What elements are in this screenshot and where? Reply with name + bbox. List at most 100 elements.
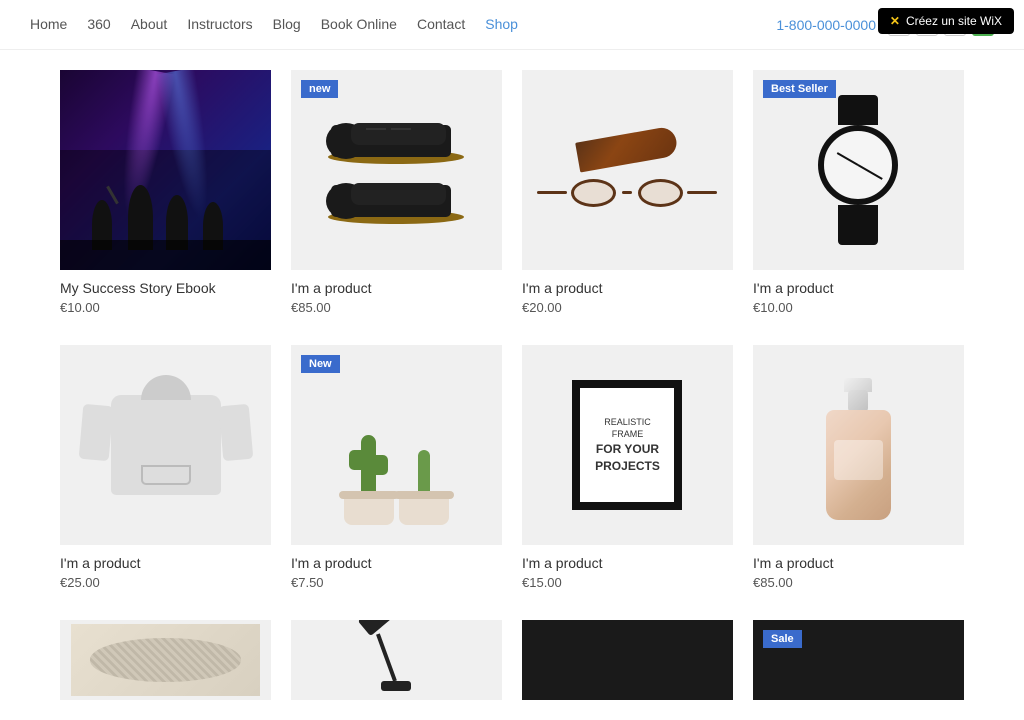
cactus-body-2 bbox=[418, 450, 430, 495]
product-price-6: €7.50 bbox=[291, 575, 502, 590]
product-image-3 bbox=[522, 70, 733, 270]
product-name-4: I'm a product bbox=[753, 280, 964, 296]
stage-light-2 bbox=[155, 70, 220, 222]
product-name-1: My Success Story Ebook bbox=[60, 280, 271, 296]
product-image-2: new bbox=[291, 70, 502, 270]
watch-hands bbox=[824, 131, 892, 199]
hoodie-body bbox=[111, 395, 221, 495]
glasses-assembly bbox=[537, 179, 717, 207]
product-card-6[interactable]: New I'm a product €7.50 bbox=[291, 345, 502, 600]
ebook-illustration bbox=[60, 70, 271, 270]
product-image-4: Best Seller bbox=[753, 70, 964, 270]
product-info-6: I'm a product €7.50 bbox=[291, 545, 502, 600]
perfume-label bbox=[834, 440, 883, 480]
nav-item-home[interactable]: Home bbox=[30, 16, 67, 34]
nav-item-contact[interactable]: Contact bbox=[417, 16, 465, 34]
glasses-frame bbox=[571, 179, 683, 207]
pot-2 bbox=[399, 495, 449, 525]
product-price-8: €85.00 bbox=[753, 575, 964, 590]
cactus-illustration bbox=[302, 355, 492, 535]
product-image-b1 bbox=[60, 620, 271, 700]
wix-banner[interactable]: ✕ Créez un site WiX bbox=[878, 8, 1014, 34]
product-image-5 bbox=[60, 345, 271, 545]
cactus-body-1 bbox=[361, 435, 376, 495]
leather-roll bbox=[576, 125, 680, 172]
product-card-b4[interactable]: Sale bbox=[753, 620, 964, 700]
nav-item-blog[interactable]: Blog bbox=[273, 16, 301, 34]
product-name-8: I'm a product bbox=[753, 555, 964, 571]
pot-top-1 bbox=[339, 491, 399, 499]
product-card-b2[interactable] bbox=[291, 620, 502, 700]
product-card-4[interactable]: Best Seller I'm a product €10.00 bbox=[753, 70, 964, 325]
temple-right bbox=[687, 191, 717, 194]
product-name-2: I'm a product bbox=[291, 280, 502, 296]
cactus-wrap-1 bbox=[344, 435, 394, 525]
nav-link-shop[interactable]: Shop bbox=[485, 16, 518, 32]
temple-left bbox=[537, 191, 567, 194]
product-image-b4: Sale bbox=[753, 620, 964, 700]
nav-link-contact[interactable]: Contact bbox=[417, 16, 465, 32]
product-card-b1[interactable] bbox=[60, 620, 271, 700]
product-price-5: €25.00 bbox=[60, 575, 271, 590]
lens-right bbox=[638, 179, 683, 207]
nav-item-shop[interactable]: Shop bbox=[485, 16, 518, 34]
perfume-neck bbox=[848, 390, 868, 412]
phone-number: 1-800-000-0000 bbox=[776, 17, 876, 33]
product-info-5: I'm a product €25.00 bbox=[60, 545, 271, 600]
product-info-7: I'm a product €15.00 bbox=[522, 545, 733, 600]
shoes-illustration bbox=[302, 80, 492, 260]
hoodie-sleeve-left bbox=[78, 404, 113, 461]
nav-link-blog[interactable]: Blog bbox=[273, 16, 301, 32]
nav-link-instructors[interactable]: Instructors bbox=[187, 16, 252, 32]
nav-links: Home 360 About Instructors Blog Book Onl… bbox=[30, 16, 518, 34]
nav-item-about[interactable]: About bbox=[131, 16, 168, 34]
frame-text-line3: PROJECTS bbox=[588, 458, 666, 475]
frame-text-line1: REALISTIC FRAME bbox=[588, 416, 666, 441]
product-card-3[interactable]: I'm a product €20.00 bbox=[522, 70, 733, 325]
product-card-5[interactable]: I'm a product €25.00 bbox=[60, 345, 271, 600]
cactus-arm-right bbox=[376, 455, 388, 475]
product-card-b3[interactable] bbox=[522, 620, 733, 700]
product-card-1[interactable]: My Success Story Ebook €10.00 bbox=[60, 70, 271, 325]
product-info-3: I'm a product €20.00 bbox=[522, 270, 733, 325]
crowd bbox=[60, 240, 271, 270]
product-price-3: €20.00 bbox=[522, 300, 733, 315]
hoodie-main bbox=[111, 395, 221, 495]
product-badge-b4: Sale bbox=[763, 630, 802, 648]
frame-inner-text: REALISTIC FRAME FOR YOUR PROJECTS bbox=[588, 416, 666, 475]
frame-outer: REALISTIC FRAME FOR YOUR PROJECTS bbox=[572, 380, 682, 510]
nav-link-book-online[interactable]: Book Online bbox=[321, 16, 397, 32]
product-price-7: €15.00 bbox=[522, 575, 733, 590]
product-image-b2 bbox=[291, 620, 502, 700]
product-grid: My Success Story Ebook €10.00 new bbox=[0, 50, 1024, 620]
product-image-b3 bbox=[522, 620, 733, 700]
product-name-3: I'm a product bbox=[522, 280, 733, 296]
product-card-2[interactable]: new I' bbox=[291, 70, 502, 325]
product-info-2: I'm a product €85.00 bbox=[291, 270, 502, 325]
nav-item-360[interactable]: 360 bbox=[87, 16, 110, 34]
perfume-illustration bbox=[774, 365, 943, 525]
pot-top-2 bbox=[394, 491, 454, 499]
nav-link-about[interactable]: About bbox=[131, 16, 168, 32]
lamp-illustration bbox=[302, 624, 492, 696]
product-card-8[interactable]: I'm a product €85.00 bbox=[753, 345, 964, 600]
watch-wrap bbox=[818, 95, 898, 245]
hoodie-pocket bbox=[141, 465, 191, 485]
product-badge-2: new bbox=[301, 80, 338, 98]
product-card-7[interactable]: REALISTIC FRAME FOR YOUR PROJECTS I'm a … bbox=[522, 345, 733, 600]
shoe-svg-2 bbox=[326, 175, 466, 225]
perfume-bottle bbox=[826, 410, 891, 520]
watch-face bbox=[818, 125, 898, 205]
dark-illustration-3 bbox=[522, 620, 733, 700]
knit-illustration bbox=[71, 624, 261, 696]
glasses-bridge bbox=[622, 191, 632, 194]
nav-link-home[interactable]: Home bbox=[30, 16, 67, 32]
nav-link-360[interactable]: 360 bbox=[87, 16, 110, 32]
product-grid-bottom: Sale bbox=[0, 620, 1024, 720]
glasses-illustration bbox=[533, 80, 723, 260]
nav-item-instructors[interactable]: Instructors bbox=[187, 16, 252, 34]
nav-item-book-online[interactable]: Book Online bbox=[321, 16, 397, 34]
product-name-5: I'm a product bbox=[60, 555, 271, 571]
lens-left bbox=[571, 179, 616, 207]
shoe-svg-1 bbox=[326, 115, 466, 165]
